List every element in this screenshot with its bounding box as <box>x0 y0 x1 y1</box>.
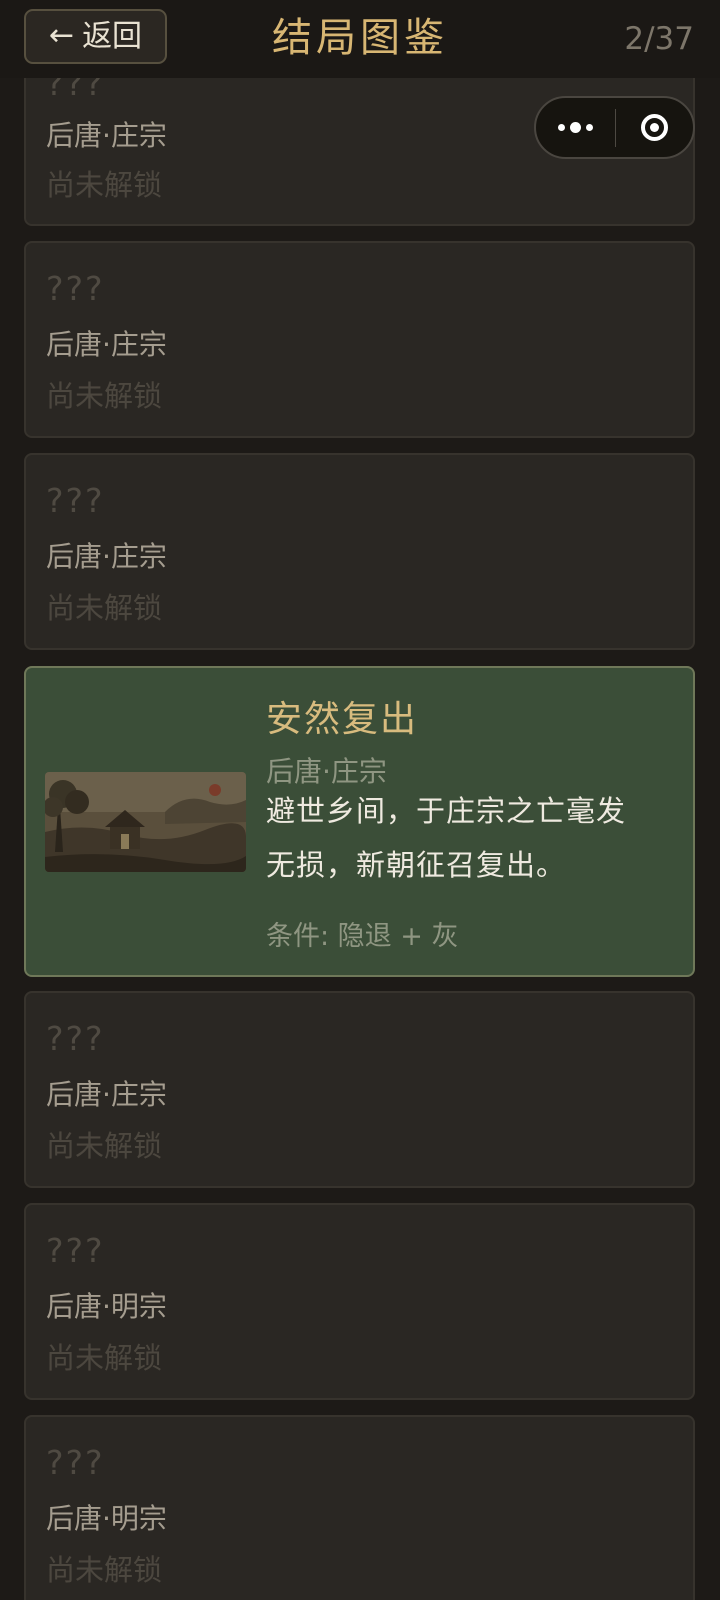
target-ring-icon <box>641 114 669 141</box>
ending-status: 尚未解锁 <box>46 1553 163 1587</box>
more-menu-button[interactable] <box>536 98 615 157</box>
ending-status: 尚未解锁 <box>46 168 163 202</box>
ending-card-locked[interactable]: ??? 后唐·明宗 尚未解锁 <box>24 1415 695 1600</box>
ending-card-locked[interactable]: ??? 后唐·庄宗 尚未解锁 <box>24 453 695 650</box>
ending-status: 尚未解锁 <box>46 1341 163 1375</box>
target-ring-core <box>650 123 660 132</box>
back-label: 返回 <box>82 19 143 54</box>
ending-title: 安然复出 <box>266 699 419 740</box>
ending-description: 避世乡间，于庄宗之亡毫发 无损，新朝征召复出。 <box>266 784 666 892</box>
ending-era: 后唐·庄宗 <box>46 328 167 361</box>
ending-description-line: 无损，新朝征召复出。 <box>266 848 567 882</box>
ending-card-locked[interactable]: ??? 后唐·明宗 尚未解锁 <box>24 1203 695 1400</box>
ending-status: 尚未解锁 <box>46 1129 163 1163</box>
ending-title: ??? <box>46 1019 105 1058</box>
close-miniprogram-button[interactable] <box>616 98 693 157</box>
ending-title: ??? <box>46 1231 105 1270</box>
back-arrow-icon: ← <box>48 17 75 53</box>
ending-gallery-page: ← 返回 结局图鉴 2/37 ??? 后唐·庄宗 尚未解锁 ??? 后唐·庄宗 … <box>0 0 720 1600</box>
ending-title: ??? <box>46 1443 105 1482</box>
ending-status: 尚未解锁 <box>46 379 163 413</box>
more-dots-icon-center <box>569 122 581 133</box>
ending-illustration <box>45 772 246 872</box>
more-dots-icon <box>557 124 565 131</box>
more-dots-icon-right <box>585 124 593 131</box>
ending-era: 后唐·庄宗 <box>46 119 167 152</box>
ending-era: 后唐·明宗 <box>46 1290 167 1323</box>
ending-era: 后唐·庄宗 <box>46 1078 167 1111</box>
ending-status: 尚未解锁 <box>46 591 163 625</box>
top-bar: ← 返回 结局图鉴 2/37 <box>0 0 720 78</box>
ending-card-locked[interactable]: ??? 后唐·庄宗 尚未解锁 <box>24 991 695 1188</box>
ending-era: 后唐·明宗 <box>46 1502 167 1535</box>
ending-description-line: 避世乡间，于庄宗之亡毫发 <box>266 794 627 828</box>
back-button[interactable]: ← 返回 <box>24 9 167 64</box>
page-indicator: 2/37 <box>624 21 694 57</box>
ending-condition: 条件: 隐退 + 灰 <box>266 921 459 952</box>
ending-title: ??? <box>46 481 105 520</box>
ending-card-unlocked[interactable]: 安然复出 后唐·庄宗 避世乡间，于庄宗之亡毫发 无损，新朝征召复出。 条件: 隐… <box>24 666 695 977</box>
ending-card-locked[interactable]: ??? 后唐·庄宗 尚未解锁 <box>24 241 695 438</box>
ending-title: ??? <box>46 269 105 308</box>
ending-era: 后唐·庄宗 <box>46 540 167 573</box>
miniprogram-capsule <box>534 96 695 159</box>
